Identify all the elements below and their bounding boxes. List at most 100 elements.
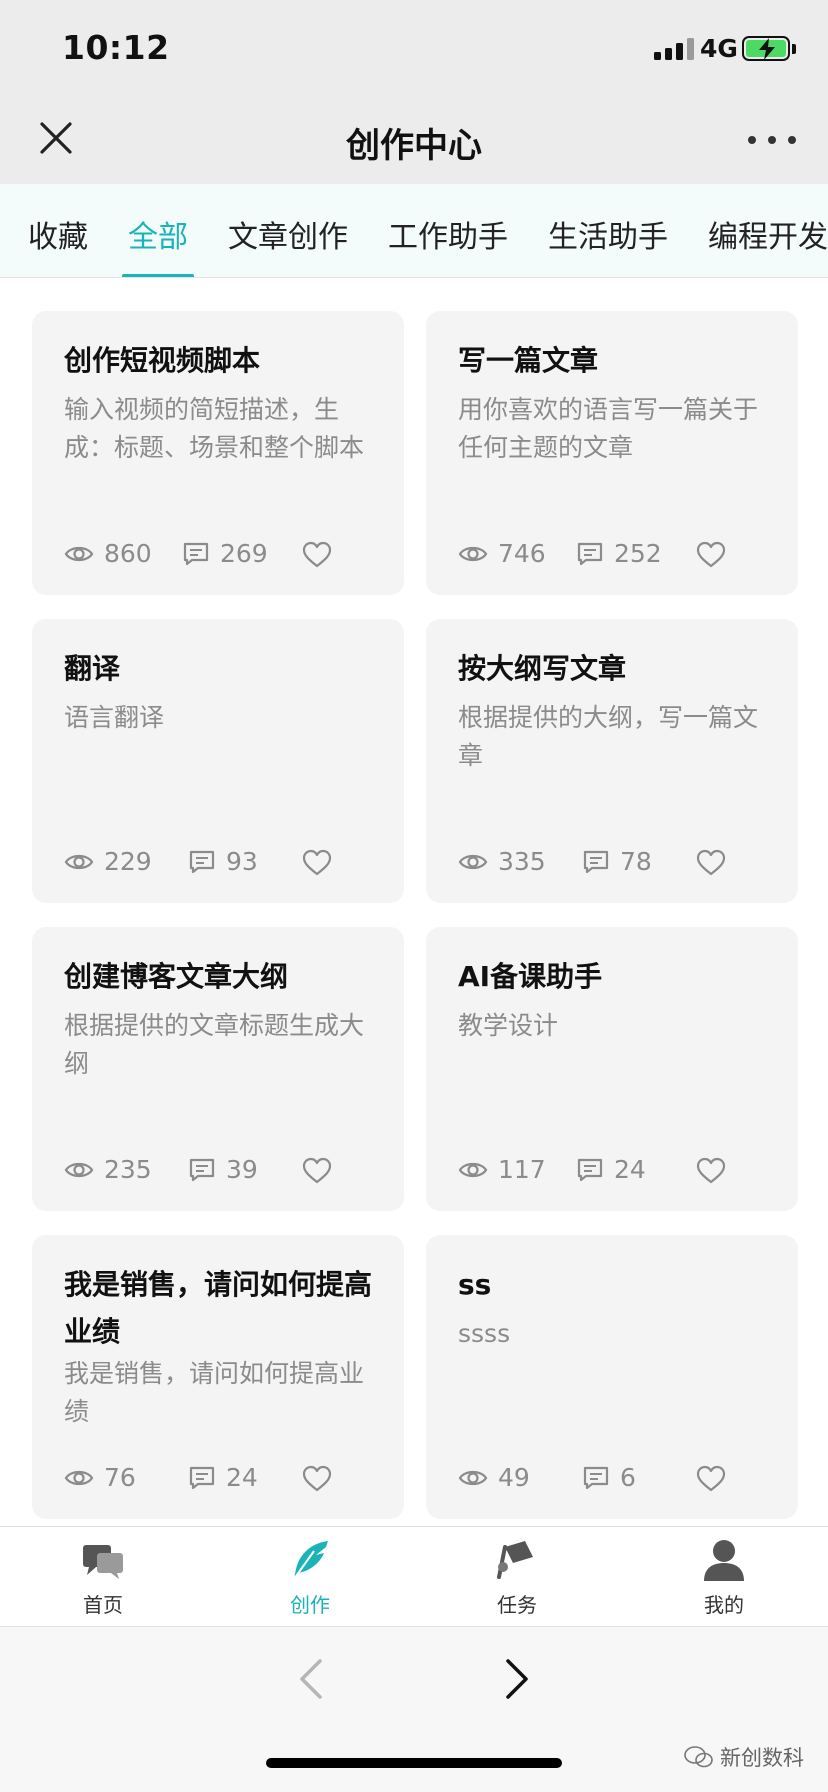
- creation-card[interactable]: 按大纲写文章根据提供的大纲，写一篇文章 335 78: [426, 619, 798, 903]
- comment-count-value: 252: [614, 539, 662, 568]
- more-options-button[interactable]: [748, 128, 796, 152]
- comment-icon: [583, 1466, 609, 1489]
- like-button[interactable]: [302, 1465, 332, 1497]
- creation-card[interactable]: 我是销售，请问如何提高业绩 我是销售，请问如何提高业绩 76 24: [32, 1235, 404, 1519]
- card-title: 翻译: [64, 652, 121, 685]
- more-dot-icon: [748, 136, 756, 144]
- eye-icon: [64, 546, 94, 561]
- back-button[interactable]: [294, 1657, 330, 1705]
- view-count-value: 235: [104, 1155, 152, 1184]
- view-count: 235: [64, 1155, 152, 1184]
- card-stats: 117 24: [458, 1155, 766, 1191]
- comment-count: 93: [188, 847, 258, 876]
- creation-card[interactable]: 写一篇文章 用你喜欢的语言写一篇关于任何主题的文章 746 252: [426, 311, 798, 595]
- comment-icon: [189, 850, 215, 873]
- cellular-signal-icon: [654, 38, 694, 60]
- battery-cap: [792, 44, 796, 54]
- view-count-value: 117: [498, 1155, 546, 1184]
- card-stats: 746 252: [458, 539, 766, 575]
- tab-article-writing[interactable]: 文章创作: [228, 212, 348, 256]
- heart-icon: [696, 849, 726, 876]
- like-button[interactable]: [302, 1157, 332, 1189]
- card-description: 根据提供的大纲，写一篇文章: [458, 703, 759, 770]
- eye-icon: [458, 546, 488, 561]
- view-count-value: 49: [498, 1463, 530, 1492]
- comment-count-value: 39: [226, 1155, 258, 1184]
- comment-icon: [577, 542, 603, 565]
- like-button[interactable]: [696, 849, 726, 881]
- like-button[interactable]: [302, 541, 332, 573]
- comment-count: 269: [182, 539, 268, 568]
- like-button[interactable]: [696, 1157, 726, 1189]
- view-count-value: 746: [498, 539, 546, 568]
- card-stats: 235 39: [64, 1155, 372, 1191]
- comment-count-value: 6: [620, 1463, 636, 1492]
- card-description: 教学设计: [458, 1011, 559, 1040]
- watermark: 新创数科: [684, 1742, 804, 1772]
- card-description: ssss: [458, 1319, 511, 1348]
- card-title: 写一篇文章: [458, 344, 599, 377]
- user-icon: [704, 1540, 744, 1581]
- card-description: 语言翻译: [64, 703, 165, 732]
- card-title: ss: [458, 1268, 492, 1301]
- comment-count: 24: [576, 1155, 646, 1184]
- heart-icon: [302, 1465, 332, 1492]
- forward-button[interactable]: [498, 1657, 534, 1705]
- comment-count-value: 269: [220, 539, 268, 568]
- like-button[interactable]: [302, 849, 332, 881]
- eye-icon: [64, 1470, 94, 1485]
- more-dot-icon: [788, 136, 796, 144]
- view-count: 49: [458, 1463, 530, 1492]
- card-title: 创作短视频脚本: [64, 344, 261, 377]
- card-stats: 49 6: [458, 1463, 766, 1499]
- card-description: 我是销售，请问如何提高业绩: [64, 1359, 365, 1426]
- heart-icon: [696, 1157, 726, 1184]
- nav-item-profile[interactable]: 我的: [664, 1537, 784, 1618]
- heart-icon: [302, 541, 332, 568]
- comment-icon: [183, 542, 209, 565]
- card-description: 根据提供的文章标题生成大纲: [64, 1011, 365, 1078]
- creation-card[interactable]: 翻译语言翻译 229 93: [32, 619, 404, 903]
- comment-count-value: 24: [226, 1463, 258, 1492]
- chevron-left-icon: [300, 1659, 322, 1699]
- card-stats: 335 78: [458, 847, 766, 883]
- tab-all[interactable]: 全部: [128, 212, 188, 256]
- creation-card[interactable]: AI备课助手 教学设计 117 24: [426, 927, 798, 1211]
- view-count-value: 860: [104, 539, 152, 568]
- tab-work-assistant[interactable]: 工作助手: [388, 212, 508, 256]
- heart-icon: [696, 1465, 726, 1492]
- view-count: 117: [458, 1155, 546, 1184]
- tab-favorites[interactable]: 收藏: [28, 212, 88, 256]
- card-title: 我是销售，请问如何提高业绩: [64, 1268, 373, 1348]
- nav-item-home[interactable]: 首页: [43, 1537, 163, 1618]
- tab-programming[interactable]: 编程开发: [708, 212, 828, 256]
- view-count-value: 335: [498, 847, 546, 876]
- heart-icon: [302, 1157, 332, 1184]
- card-grid: 创作短视频脚本 输入视频的简短描述，生成：标题、场景和整个脚本 860 269 写一篇文…: [0, 278, 828, 1526]
- card-stats: 76 24: [64, 1463, 372, 1499]
- home-indicator[interactable]: [266, 1758, 562, 1768]
- like-button[interactable]: [696, 1465, 726, 1497]
- nav-item-tasks[interactable]: 任务: [457, 1537, 577, 1618]
- like-button[interactable]: [696, 541, 726, 573]
- comment-count: 6: [582, 1463, 636, 1492]
- comment-count: 24: [188, 1463, 258, 1492]
- card-title: 按大纲写文章: [458, 652, 627, 685]
- eye-icon: [458, 1470, 488, 1485]
- tab-life-assistant[interactable]: 生活助手: [548, 212, 668, 256]
- heart-icon: [696, 541, 726, 568]
- view-count: 335: [458, 847, 546, 876]
- category-tabs: 收藏 全部 文章创作 工作助手 生活助手 编程开发: [0, 184, 828, 278]
- creation-card[interactable]: ss ssss 49 6: [426, 1235, 798, 1519]
- top-bar: 10:12 4G 创作中心: [0, 0, 828, 184]
- more-dot-icon: [768, 136, 776, 144]
- creation-card[interactable]: 创作短视频脚本 输入视频的简短描述，生成：标题、场景和整个脚本 860 269: [32, 311, 404, 595]
- nav-item-create[interactable]: 创作: [250, 1537, 370, 1618]
- nav-label-profile: 我的: [704, 1593, 744, 1617]
- view-count: 76: [64, 1463, 136, 1492]
- wechat-icon: [684, 1746, 713, 1768]
- view-count: 746: [458, 539, 546, 568]
- eye-icon: [64, 854, 94, 869]
- card-stats: 229 93: [64, 847, 372, 883]
- creation-card[interactable]: 创建博客文章大纲 根据提供的文章标题生成大纲 235 39: [32, 927, 404, 1211]
